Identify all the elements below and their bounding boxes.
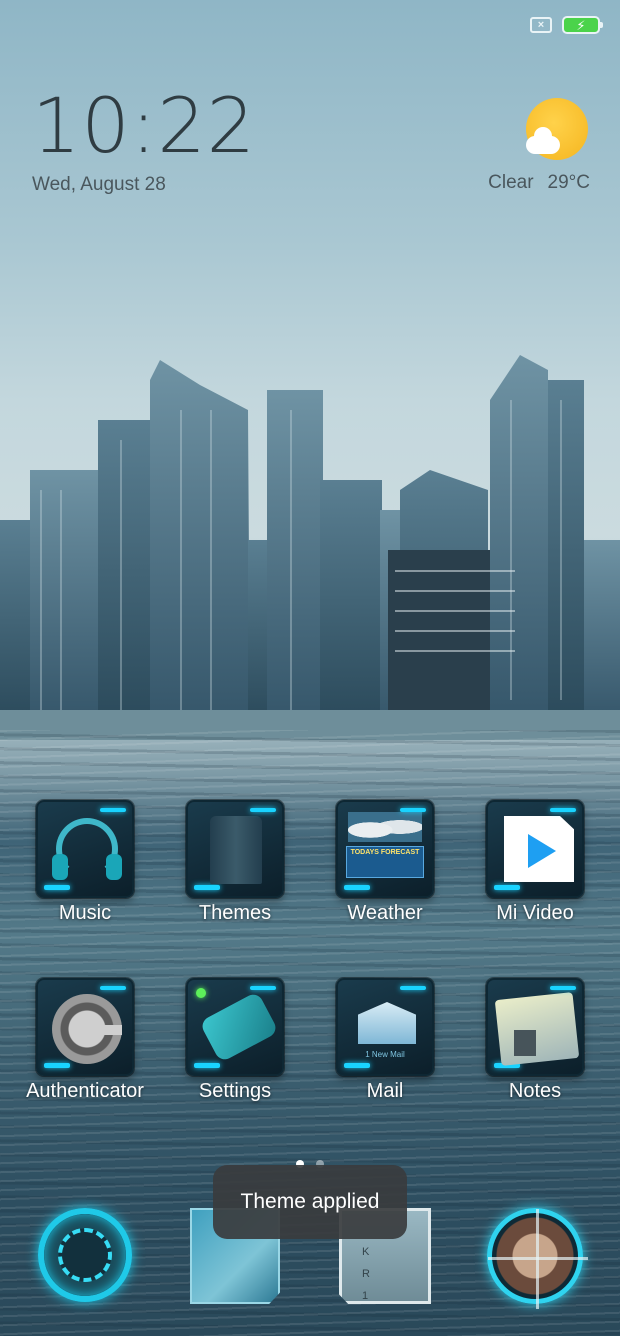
app-authenticator[interactable]: Authenticator (20, 978, 150, 1103)
envelope-icon: 1 New Mail (336, 978, 434, 1076)
app-label: Themes (198, 902, 272, 924)
charging-bolt-icon: ⚡ (576, 17, 586, 33)
app-label: Weather (347, 902, 423, 924)
headphones-icon (36, 800, 134, 898)
play-icon (486, 800, 584, 898)
app-mi-video[interactable]: Mi Video (470, 800, 600, 925)
weather-forecast-icon: TODAYS FORECAST (336, 800, 434, 898)
weather-temperature: 29°C (547, 172, 590, 193)
wallpaper (0, 0, 620, 1336)
forecast-text: TODAYS FORECAST (346, 846, 424, 878)
dock-camera[interactable] (485, 1208, 588, 1309)
battery-charging-icon: ⚡ (562, 16, 603, 34)
weather-widget[interactable]: Clear 29°C (470, 98, 590, 198)
app-notes[interactable]: Notes (470, 978, 600, 1103)
app-label: Mail (366, 1080, 404, 1102)
clock-date: Wed, August 28 (32, 174, 166, 195)
toast-text: Theme applied (240, 1190, 380, 1213)
app-settings[interactable]: Settings (170, 978, 300, 1103)
authenticator-icon (36, 978, 134, 1076)
new-mail-text: 1 New Mail (365, 1050, 405, 1059)
app-label: Notes (508, 1080, 562, 1102)
app-label: Settings (198, 1080, 272, 1102)
cloud-icon (526, 127, 560, 154)
gear-device-icon (186, 978, 284, 1076)
app-themes[interactable]: Themes (170, 800, 300, 925)
app-music[interactable]: Music (20, 800, 150, 925)
phone-dialer-ring-icon (38, 1208, 132, 1302)
clock-widget[interactable]: 10:22 Wed, August 28 (32, 88, 256, 196)
app-label: Music (58, 902, 112, 924)
toast-message: Theme applied (213, 1165, 407, 1239)
weather-condition: Clear (488, 172, 534, 193)
clock-time: 10:22 (32, 81, 257, 170)
city-skyline-image (0, 355, 620, 740)
app-mail[interactable]: 1 New Mail Mail (320, 978, 450, 1103)
sim-error-icon: × (530, 17, 552, 33)
camera-scope-icon (487, 1208, 588, 1309)
notes-icon (486, 978, 584, 1076)
app-label: Authenticator (26, 1080, 144, 1102)
status-bar: × ⚡ (530, 16, 603, 34)
app-weather[interactable]: TODAYS FORECAST Weather (320, 800, 450, 925)
themes-icon (186, 800, 284, 898)
app-label: Mi Video (496, 902, 574, 924)
dock-phone[interactable] (35, 1208, 135, 1308)
